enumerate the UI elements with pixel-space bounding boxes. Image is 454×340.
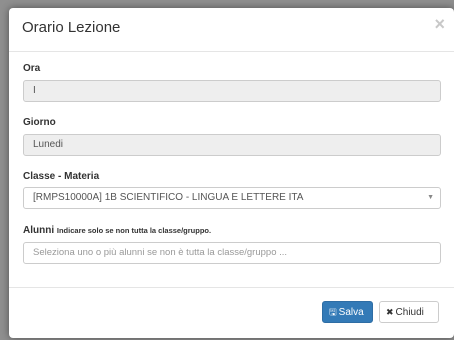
ora-label: Ora xyxy=(23,63,41,74)
alunni-hint: Indicare solo se non tutta la classe/gru… xyxy=(56,226,212,235)
close-label: Chiudi xyxy=(395,307,424,318)
close-icon[interactable]: × xyxy=(434,14,445,35)
close-icon: ✖ xyxy=(386,307,394,317)
save-label: Salva xyxy=(338,307,364,318)
lesson-schedule-modal: Orario Lezione × Ora I Giorno Lunedi Cla… xyxy=(9,8,454,338)
close-button[interactable]: ✖ Chiudi xyxy=(379,301,439,323)
giorno-label: Giorno xyxy=(23,117,56,128)
giorno-field: Lunedi xyxy=(23,134,441,156)
modal-footer: 🖫 Salva ✖ Chiudi xyxy=(9,287,454,338)
save-button[interactable]: 🖫 Salva xyxy=(322,301,373,323)
chevron-down-icon: ▼ xyxy=(427,194,434,201)
floppy-disk-icon: 🖫 xyxy=(329,307,337,317)
modal-title: Orario Lezione xyxy=(22,19,121,36)
alunni-label-row: Alunni Indicare solo se non tutta la cla… xyxy=(23,225,211,236)
classe-materia-select[interactable]: [RMPS10000A] 1B SCIENTIFICO - LINGUA E L… xyxy=(23,187,441,209)
classe-materia-value: [RMPS10000A] 1B SCIENTIFICO - LINGUA E L… xyxy=(33,192,304,203)
modal-header: Orario Lezione × xyxy=(9,8,454,52)
ora-field: I xyxy=(23,80,441,102)
alunni-multiselect[interactable]: Seleziona uno o più alunni se non è tutt… xyxy=(23,242,441,264)
classe-materia-label: Classe - Materia xyxy=(23,171,100,182)
alunni-label: Alunni xyxy=(23,225,55,236)
